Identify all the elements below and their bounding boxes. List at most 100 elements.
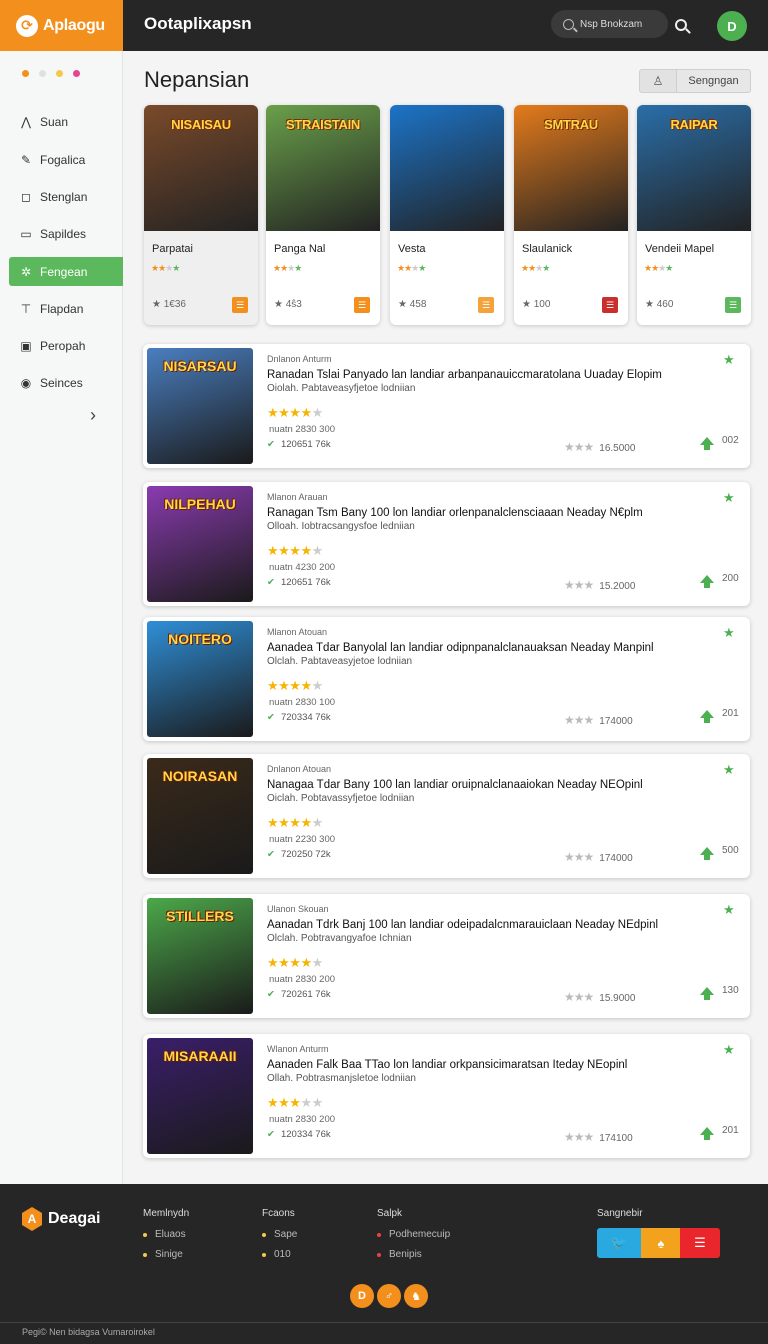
sidebar-item-flapdan[interactable]: ⊤ Flapdan [9, 294, 123, 323]
sidebar-item-peropah[interactable]: ▣ Peropah [9, 331, 123, 360]
game-subtitle: Olloah. Iobtracsangysfoe ledniian [267, 521, 415, 532]
featured-card[interactable]: SMTRAU Slaulanick ★★★★ ★ 100 ☰ [514, 105, 628, 325]
upvote-button[interactable]: 201 [700, 708, 739, 723]
star-icon: ★ [274, 299, 286, 310]
upvote-count: 500 [722, 845, 739, 856]
game-thumbnail: NISARSAU [147, 348, 253, 464]
game-list-item[interactable]: NOITERO Mlanon Atouan Aanadea Tdar Banyola… [143, 617, 750, 741]
footer-link[interactable]: Benipis [377, 1249, 450, 1260]
menu-icon[interactable]: ☰ [354, 297, 370, 313]
footer-round-button[interactable]: ♂ [377, 1284, 401, 1308]
star-icon: ★★★ [564, 578, 594, 592]
footer-column: Fcaons Sape 010 [262, 1208, 297, 1269]
bell-icon[interactable]: ♠ [641, 1228, 681, 1258]
chevron-right-icon[interactable]: › [90, 405, 96, 426]
user-icon[interactable]: ♙ [639, 69, 677, 93]
sidebar-item-suan[interactable]: ⋀ Suan [9, 107, 123, 136]
sidebar-item-label: Suan [40, 114, 69, 129]
sidebar-item-fengean[interactable]: ✲ Fengean [9, 257, 123, 286]
sidebar-item-fogalica[interactable]: ✎ Fogalica [9, 145, 123, 174]
footer-round-button[interactable]: ♞ [404, 1284, 428, 1308]
game-list-item[interactable]: NILPEHAU Mlanon Arauan Ranagan Tsm Bany 10… [143, 482, 750, 606]
count-value: 1€36 [163, 299, 186, 310]
favorite-star-icon[interactable]: ★ [723, 490, 735, 506]
featured-card[interactable]: NISAISAU Parpatai ★★★★ ★ 1€36 ☰ [144, 105, 258, 325]
star-icon: ★ [645, 299, 657, 310]
game-list-item[interactable]: NISARSAU Dnlanon Anturm Ranadan Tslai Pany… [143, 344, 750, 468]
sidebar-item-label: Sapildes [40, 226, 87, 241]
footer-brand[interactable]: A Deagai [22, 1207, 100, 1231]
footer-column-title: Memlnydn [143, 1208, 190, 1219]
sidebar-item-seinces[interactable]: ◉ Seinces [9, 368, 123, 397]
app-header: ⟳ Aplaogu Ootaplixapsn D [0, 0, 768, 51]
sidebar-item-label: Seinces [40, 375, 83, 390]
rating-value: 174000 [599, 853, 633, 864]
game-list-item[interactable]: MISARAAII Wlanon Anturm Aanaden Falk Baa T… [143, 1034, 750, 1158]
star-icon: ★★★ [564, 990, 594, 1004]
upvote-count: 200 [722, 573, 739, 584]
menu-icon[interactable]: ☰ [725, 297, 741, 313]
upvote-button[interactable]: 130 [700, 985, 739, 1000]
mountain-icon: ⋀ [21, 114, 31, 129]
upvote-button[interactable]: 201 [700, 1125, 739, 1140]
arrow-up-icon [700, 846, 714, 860]
user-avatar[interactable]: D [717, 11, 747, 41]
menu-icon[interactable]: ☰ [478, 297, 494, 313]
search-button[interactable] [667, 11, 695, 39]
favorite-star-icon[interactable]: ★ [723, 762, 735, 778]
footer: A Deagai Sangnebir Pegi© Nen bidagsa Vum… [0, 1184, 768, 1344]
featured-card[interactable]: STRAISTAIN Panga Nal ★★★★ ★ 4ŝ3 ☰ [266, 105, 380, 325]
search-bar[interactable] [551, 10, 668, 38]
star-rating: ★★★★ [521, 263, 550, 273]
upvote-button[interactable]: 200 [700, 573, 739, 588]
favorite-star-icon[interactable]: ★ [723, 352, 735, 368]
game-subtitle: Olclah. Pabtaveasyjetoe lodniian [267, 656, 413, 667]
featured-card[interactable]: RAIPAR Vendeii Mapel ★★★★ ★ 460 ☰ [637, 105, 751, 325]
footer-link-label: Eluaos [155, 1229, 186, 1240]
upvote-button[interactable]: 002 [700, 435, 739, 450]
game-subtitle: Oiclah. Pobtavassyfjetoe lodniian [267, 793, 415, 804]
gamepad-icon: ✲ [20, 264, 32, 279]
sidebar-item-label: Flapdan [40, 301, 84, 316]
search-input[interactable] [580, 18, 658, 30]
upvote-button[interactable]: 500 [700, 845, 739, 860]
star-rating: ★★★★★ [267, 543, 323, 558]
bullet-icon [377, 1252, 381, 1257]
footer-link[interactable]: Eluaos [143, 1229, 189, 1240]
favorite-star-icon[interactable]: ★ [723, 902, 735, 918]
menu-icon[interactable]: ☰ [232, 297, 248, 313]
game-list-item[interactable]: STILLERS Ulanon Skouan Aanadan Tdrk Banj 1… [143, 894, 750, 1018]
game-name: Slaulanick [522, 243, 573, 255]
verified-meta: ✔ 120651 76k [267, 439, 331, 450]
favorite-star-icon[interactable]: ★ [723, 1042, 735, 1058]
pen-icon: ✎ [20, 152, 32, 167]
sidebar-item-sapildes[interactable]: ▭ Sapildes [9, 219, 123, 248]
arrow-up-icon [700, 436, 714, 450]
twitter-icon[interactable]: 🐦 [597, 1228, 641, 1258]
game-list-item[interactable]: NOIRASAN Dnlanon Atouan Nanagaa Tdar Bany … [143, 754, 750, 878]
menu-icon[interactable]: ☰ [602, 297, 618, 313]
game-subtitle: Ollah. Pobtrasmanjsletoe lodniian [267, 1073, 416, 1084]
brand-logo[interactable]: ⟳ Aplaogu [0, 0, 123, 51]
footer-link[interactable]: Sape [262, 1229, 297, 1240]
game-cover-image: RAIPAR [637, 105, 751, 231]
footer-link[interactable]: 010 [262, 1249, 297, 1260]
search-icon [563, 18, 574, 30]
favorite-star-icon[interactable]: ★ [723, 625, 735, 641]
menu-icon[interactable]: ☰ [680, 1228, 720, 1258]
footer-link[interactable]: Sinige [143, 1249, 189, 1260]
upvote-count: 201 [722, 708, 739, 719]
featured-card[interactable]: Vesta ★★★★ ★ 458 ☰ [390, 105, 504, 325]
star-rating: ★★★★★ [267, 1095, 323, 1110]
sidebar-item-stenglan[interactable]: ◻ Stenglan [9, 182, 123, 211]
window-dots [22, 70, 80, 77]
footer-link-label: Sape [274, 1229, 298, 1240]
footer-brand-name: Deagai [48, 1210, 101, 1227]
segment-button[interactable]: Sengngan [677, 69, 751, 93]
footer-link[interactable]: Podhemecuip [377, 1229, 450, 1240]
rating-value: 174100 [599, 1133, 633, 1144]
game-thumbnail: NOITERO [147, 621, 253, 737]
game-thumbnail: STILLERS [147, 898, 253, 1014]
copyright: Pegi© Nen bidagsa Vumaroirokel [22, 1327, 155, 1337]
footer-round-button[interactable]: D [350, 1284, 374, 1308]
